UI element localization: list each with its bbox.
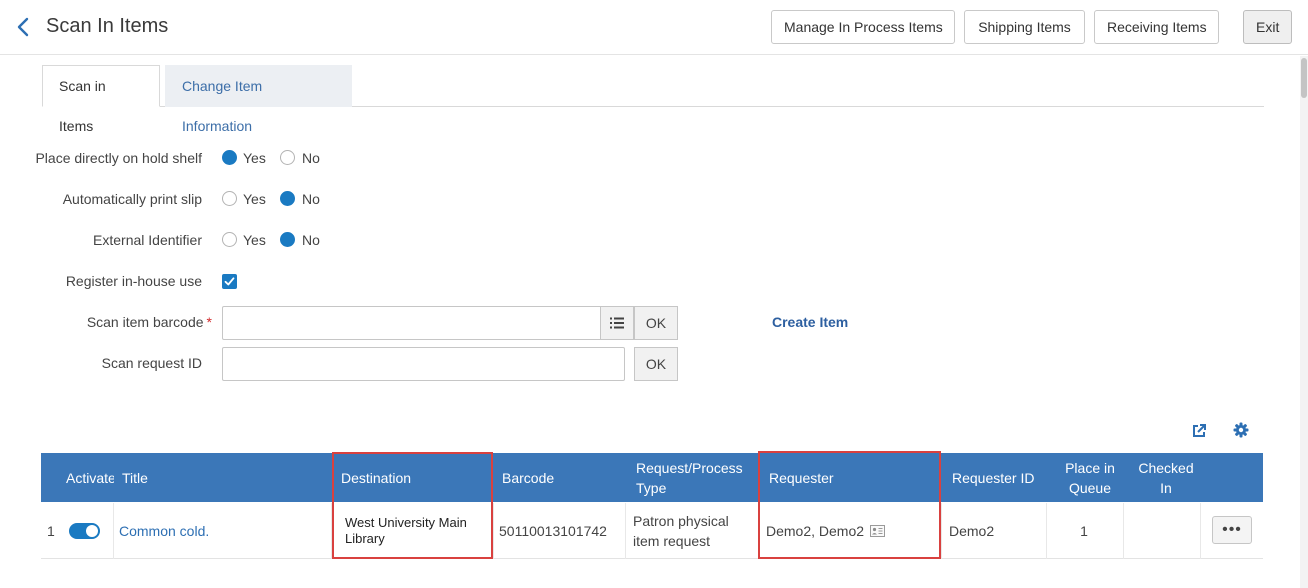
cell-divider — [1046, 503, 1047, 559]
hold-shelf-yes-radio[interactable] — [222, 150, 237, 165]
print-slip-yes-radio[interactable] — [222, 191, 237, 206]
hold-shelf-yes-label: Yes — [243, 150, 266, 166]
tab-change-item-information[interactable]: Change Item Information — [165, 65, 352, 134]
place-in-queue-cell: 1 — [1080, 523, 1088, 539]
column-request-type[interactable]: Request/Process Type — [636, 453, 756, 502]
row-actions-button[interactable]: ••• — [1212, 516, 1252, 544]
column-place-in-queue[interactable]: Place in Queue — [1055, 453, 1125, 502]
back-icon — [17, 17, 29, 37]
cell-divider — [941, 503, 942, 559]
destination-cell: West University Main Library — [345, 515, 467, 546]
column-activate[interactable]: Activate — [66, 453, 114, 502]
scan-item-barcode-input[interactable] — [222, 306, 602, 340]
table-header: Activate Title Destination Barcode Reque… — [41, 453, 1263, 502]
scrollbar-thumb[interactable] — [1301, 58, 1307, 98]
external-identifier-yes-radio[interactable] — [222, 232, 237, 247]
toggle-knob — [86, 525, 98, 537]
tab-bar: Scan in Items Change Item Information — [42, 65, 1264, 134]
column-destination[interactable]: Destination — [341, 453, 491, 502]
external-identifier-no-radio[interactable] — [280, 232, 295, 247]
barcode-ok-button[interactable]: OK — [634, 306, 678, 340]
export-button[interactable] — [1188, 420, 1210, 442]
column-checked-in[interactable]: Checked In — [1131, 453, 1201, 502]
cell-divider — [1123, 503, 1124, 559]
shipping-items-button[interactable]: Shipping Items — [964, 10, 1085, 44]
tab-scan-in-items[interactable]: Scan in Items — [42, 65, 160, 134]
manage-in-process-items-button[interactable]: Manage In Process Items — [771, 10, 955, 44]
request-id-ok-button[interactable]: OK — [634, 347, 678, 381]
external-identifier-yes-label: Yes — [243, 232, 266, 248]
requester-cell: Demo2, Demo2 — [766, 503, 936, 559]
cell-divider — [493, 503, 494, 559]
print-slip-label: Automatically print slip — [62, 191, 202, 207]
export-icon — [1193, 424, 1206, 437]
top-bar: Scan In Items Manage In Process Items Sh… — [0, 0, 1308, 55]
column-barcode[interactable]: Barcode — [502, 453, 622, 502]
in-house-use-checkbox[interactable] — [222, 274, 237, 289]
scan-item-barcode-label-text: Scan item barcode — [86, 314, 204, 330]
request-type-cell: Patron physical item request — [633, 513, 729, 549]
exit-button[interactable]: Exit — [1243, 10, 1292, 44]
column-requester[interactable]: Requester — [769, 453, 939, 502]
cell-divider — [625, 503, 626, 559]
column-title[interactable]: Title — [122, 453, 322, 502]
page-scrollbar[interactable] — [1300, 56, 1308, 588]
print-slip-no-radio[interactable] — [280, 191, 295, 206]
create-item-link[interactable]: Create Item — [772, 314, 848, 330]
row-number: 1 — [47, 523, 55, 539]
checked-in-cell — [1131, 503, 1201, 559]
gear-icon — [1233, 422, 1249, 438]
receiving-items-button[interactable]: Receiving Items — [1094, 10, 1219, 44]
activate-toggle[interactable] — [69, 523, 100, 539]
page-title: Scan In Items — [46, 15, 169, 37]
cell-divider — [1200, 503, 1201, 559]
table-settings-button[interactable] — [1230, 419, 1252, 441]
barcode-list-button[interactable] — [600, 306, 634, 340]
back-button[interactable] — [12, 14, 34, 40]
title-link[interactable]: Common cold. — [119, 503, 329, 559]
scan-request-id-label: Scan request ID — [101, 355, 202, 371]
in-house-use-label: Register in-house use — [65, 273, 202, 289]
barcode-cell: 50110013101742 — [499, 523, 607, 539]
list-icon — [610, 317, 624, 329]
cell-divider — [759, 503, 760, 559]
external-identifier-label: External Identifier — [93, 232, 202, 248]
column-requester-id[interactable]: Requester ID — [952, 453, 1047, 502]
scan-request-id-input[interactable] — [222, 347, 625, 381]
cell-divider — [113, 503, 114, 559]
hold-shelf-label: Place directly on hold shelf — [35, 150, 202, 166]
hold-shelf-no-radio[interactable] — [280, 150, 295, 165]
scan-item-barcode-label: Scan item barcode * — [12, 314, 212, 330]
requester-id-cell: Demo2 — [949, 523, 995, 539]
print-slip-yes-label: Yes — [243, 191, 266, 207]
hold-shelf-no-label: No — [302, 150, 320, 166]
table-row: 1 Common cold. West University Main Libr… — [41, 503, 1263, 559]
requester-name: Demo2, Demo2 — [766, 523, 865, 539]
required-mark: * — [206, 314, 212, 330]
checkmark-icon — [224, 277, 235, 286]
print-slip-no-label: No — [302, 191, 320, 207]
cell-divider — [331, 503, 332, 559]
external-identifier-no-label: No — [302, 232, 320, 248]
contact-card-icon[interactable] — [870, 525, 886, 537]
